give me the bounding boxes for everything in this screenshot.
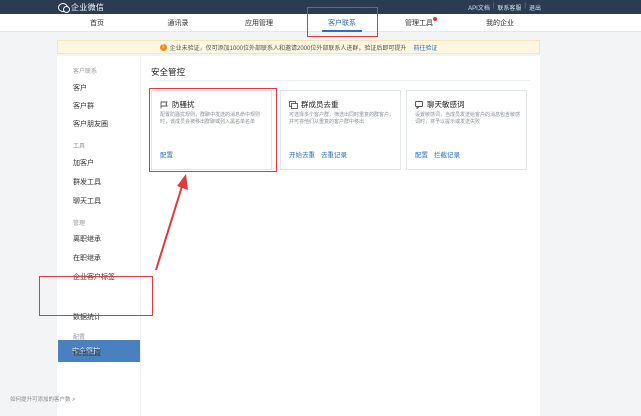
annotation-arrow [155,174,188,271]
